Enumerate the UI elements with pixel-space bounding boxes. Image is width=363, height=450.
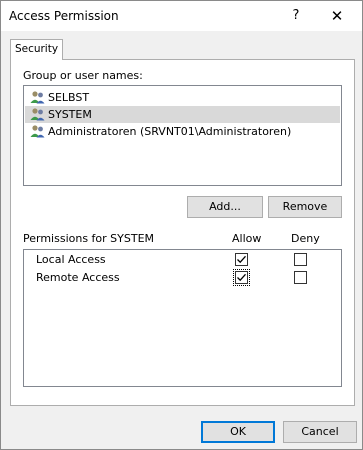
tab-security[interactable]: Security	[10, 39, 63, 60]
help-button[interactable]: ?	[284, 5, 308, 27]
security-panel: Group or user names: SELBST SYSTEM Admin…	[10, 59, 355, 406]
user-group-icon	[30, 108, 45, 121]
cancel-button[interactable]: Cancel	[283, 421, 357, 443]
checkmark-icon	[237, 273, 246, 282]
local-access-allow-checkbox[interactable]	[235, 253, 248, 266]
remote-access-allow-checkbox[interactable]	[235, 271, 248, 284]
list-item-label: SELBST	[48, 91, 90, 104]
list-item-label: Administratoren (SRVNT01\Administratoren…	[48, 125, 292, 138]
deny-column-header: Deny	[291, 232, 320, 245]
list-item-administratoren[interactable]: Administratoren (SRVNT01\Administratoren…	[25, 123, 340, 140]
user-group-icon	[30, 125, 45, 138]
access-permission-dialog: Access Permission ? ✕ Security Group or …	[0, 0, 363, 450]
local-access-deny-checkbox[interactable]	[294, 253, 307, 266]
add-button[interactable]: Add...	[187, 196, 263, 218]
list-item-selbst[interactable]: SELBST	[25, 89, 340, 106]
close-button[interactable]: ✕	[325, 5, 349, 27]
list-item-label: SYSTEM	[48, 108, 92, 121]
remote-access-deny-checkbox[interactable]	[294, 271, 307, 284]
list-item-system[interactable]: SYSTEM	[25, 106, 340, 123]
permission-local-access-label: Local Access	[36, 253, 106, 266]
user-listbox[interactable]: SELBST SYSTEM Administratoren (SRVNT01\A…	[23, 85, 342, 186]
allow-column-header: Allow	[232, 232, 262, 245]
permission-remote-access-label: Remote Access	[36, 271, 120, 284]
permissions-header: Permissions for SYSTEM	[23, 232, 155, 245]
remove-button[interactable]: Remove	[268, 196, 342, 218]
dialog-title: Access Permission	[9, 9, 119, 23]
user-group-icon	[30, 91, 45, 104]
checkmark-icon	[237, 255, 246, 264]
title-bar: Access Permission ? ✕	[1, 1, 362, 31]
group-label: Group or user names:	[23, 69, 143, 82]
ok-button[interactable]: OK	[201, 421, 275, 443]
permissions-list: Local Access Remote Access	[23, 249, 342, 387]
